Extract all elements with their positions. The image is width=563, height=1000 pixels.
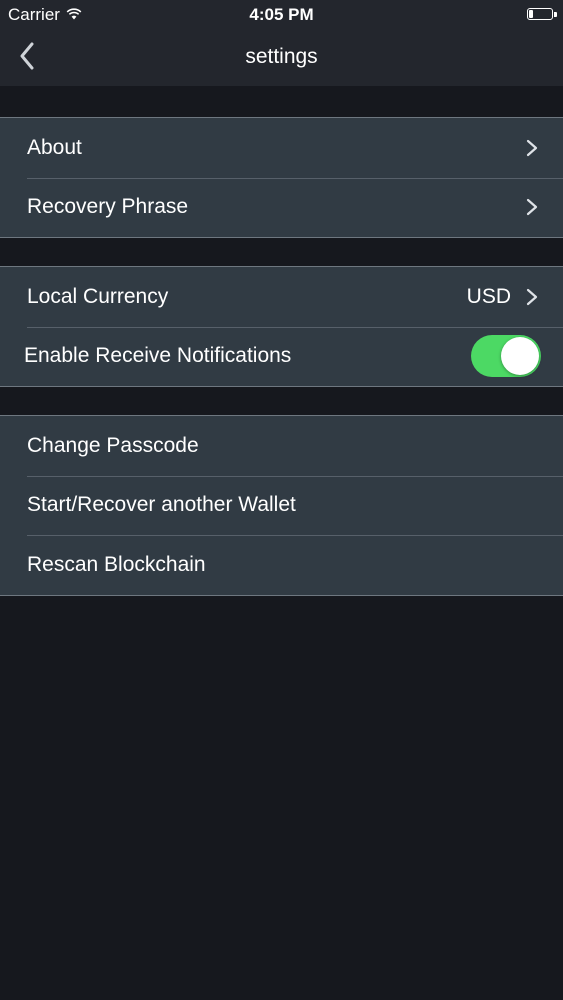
change-passcode-row[interactable]: Change Passcode (0, 416, 563, 476)
start-recover-wallet-row[interactable]: Start/Recover another Wallet (0, 475, 563, 536)
battery-icon (527, 8, 557, 20)
receive-notifications-row: Enable Receive Notifications (0, 326, 563, 387)
status-time: 4:05 PM (249, 5, 314, 24)
local-currency-label: Local Currency (27, 284, 169, 308)
about-label: About (27, 135, 82, 159)
about-row[interactable]: About (0, 118, 563, 178)
rescan-blockchain-label: Rescan Blockchain (27, 552, 206, 576)
recovery-phrase-label: Recovery Phrase (27, 195, 189, 219)
chevron-right-icon (525, 288, 539, 306)
page-title: settings (245, 45, 318, 68)
recovery-phrase-row[interactable]: Recovery Phrase (0, 177, 563, 238)
toggle-knob (501, 337, 539, 376)
chevron-right-icon (525, 139, 539, 157)
local-currency-row[interactable]: Local Currency USD (0, 267, 563, 327)
change-passcode-label: Change Passcode (27, 433, 199, 457)
status-bar: Carrier 4:05 PM (0, 0, 563, 30)
receive-notifications-toggle[interactable] (471, 335, 541, 378)
navigation-bar: settings (0, 30, 563, 86)
chevron-right-icon (525, 198, 539, 216)
rescan-blockchain-row[interactable]: Rescan Blockchain (0, 535, 563, 595)
settings-group-wallet: Change Passcode Start/Recover another Wa… (0, 415, 563, 596)
currency-value: USD (466, 284, 511, 308)
settings-group-preferences: Local Currency USD Enable Receive Notifi… (0, 266, 563, 387)
receive-notifications-label: Enable Receive Notifications (24, 344, 292, 368)
start-recover-wallet-label: Start/Recover another Wallet (27, 493, 296, 517)
settings-group-general: About Recovery Phrase (0, 117, 563, 238)
